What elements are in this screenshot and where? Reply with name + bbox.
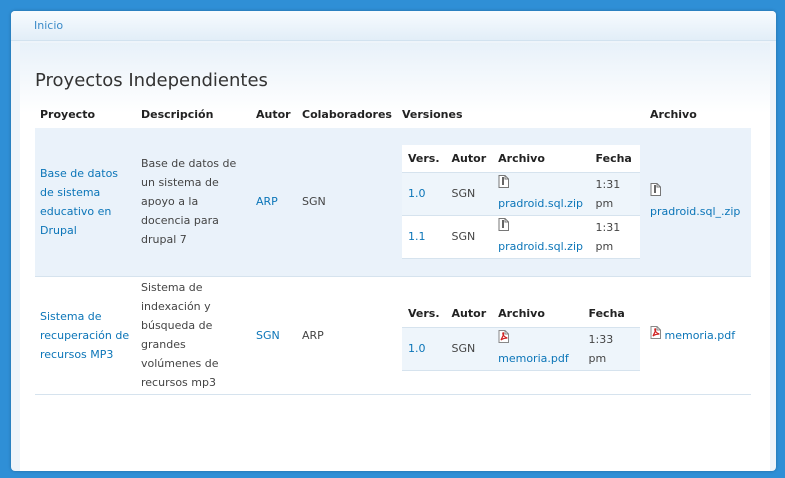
version-date: 1:31 pm — [589, 215, 640, 259]
version-file-link[interactable]: pradroid.sql.zip — [498, 194, 583, 213]
table-row: Base de datos de sistema educativo en Dr… — [35, 128, 751, 277]
version-column-header-archivo: Archivo — [492, 299, 583, 328]
zip-file-icon — [498, 217, 510, 231]
pdf-file-icon — [498, 329, 510, 343]
project-description: Sistema de indexación y búsqueda de gran… — [136, 276, 251, 395]
version-date: 1:31 pm — [589, 172, 640, 216]
version-column-header-fecha: Fecha — [582, 299, 640, 328]
table-row: Sistema de recuperación de recursos MP3 … — [35, 276, 751, 395]
column-header-descripcion: Descripción — [141, 108, 214, 121]
column-header-proyecto: Proyecto — [40, 108, 96, 121]
version-author: SGN — [445, 172, 493, 216]
version-column-header-autor: Autor — [445, 144, 493, 173]
zip-file-icon — [498, 174, 510, 188]
version-author: SGN — [445, 327, 493, 371]
version-number-link[interactable]: 1.0 — [408, 342, 426, 355]
project-name-link[interactable]: Base de datos de sistema educativo en Dr… — [40, 167, 118, 237]
project-collaborators: SGN — [297, 128, 397, 277]
project-author-link[interactable]: ARP — [256, 195, 278, 208]
versions-table: Vers. Autor Archivo Fecha 1.0 SGN — [402, 299, 640, 371]
breadcrumb: Inicio — [11, 11, 776, 41]
project-author-link[interactable]: SGN — [256, 329, 280, 342]
version-file-link[interactable]: memoria.pdf — [498, 349, 576, 368]
version-column-header-fecha: Fecha — [589, 144, 640, 173]
version-row: 1.0 SGN memoria.pdf 1:33 pm — [402, 327, 640, 371]
versions-table: Vers. Autor Archivo Fecha 1.0 SGN — [402, 144, 640, 259]
project-name-cell: Sistema de recuperación de recursos MP3 — [35, 276, 136, 395]
version-column-header-vers: Vers. — [402, 299, 446, 328]
breadcrumb-home-link[interactable]: Inicio — [34, 19, 63, 32]
version-date: 1:33 pm — [582, 327, 640, 371]
column-header-colaboradores: Colaboradores — [302, 108, 392, 121]
version-number-link[interactable]: 1.1 — [408, 230, 426, 243]
versions-table-header: Vers. Autor Archivo Fecha — [402, 299, 640, 328]
project-versions-cell: Vers. Autor Archivo Fecha 1.0 SGN — [397, 128, 645, 277]
project-file-cell: pradroid.sql_.zip — [645, 128, 751, 277]
version-column-header-vers: Vers. — [402, 144, 446, 173]
version-row: 1.0 SGN pradroid.sql.zip 1:31 pm — [402, 172, 640, 216]
version-number-link[interactable]: 1.0 — [408, 187, 426, 200]
project-name-cell: Base de datos de sistema educativo en Dr… — [35, 128, 136, 277]
projects-table-header: Proyecto Descripción Autor Colaboradores… — [35, 103, 751, 128]
version-file-cell: pradroid.sql.zip — [492, 215, 590, 259]
project-file-link[interactable]: memoria.pdf — [665, 329, 736, 342]
project-file-link[interactable]: pradroid.sql_.zip — [650, 202, 746, 221]
version-file-cell: memoria.pdf — [492, 327, 583, 371]
column-header-autor: Autor — [256, 108, 291, 121]
projects-table: Proyecto Descripción Autor Colaboradores… — [35, 103, 751, 395]
pdf-file-icon — [650, 325, 661, 339]
version-file-link[interactable]: pradroid.sql.zip — [498, 237, 583, 256]
project-description: Base de datos de un sistema de apoyo a l… — [136, 128, 251, 277]
zip-file-icon — [650, 182, 661, 196]
version-row: 1.1 SGN pradroid.sql.zip 1:31 pm — [402, 215, 640, 259]
project-versions-cell: Vers. Autor Archivo Fecha 1.0 SGN — [397, 276, 645, 395]
version-author: SGN — [445, 215, 493, 259]
column-header-versiones: Versiones — [402, 108, 463, 121]
project-file-cell: memoria.pdf — [645, 276, 751, 395]
page-frame: Inicio Proyectos Independientes Proyecto… — [11, 11, 776, 471]
project-name-link[interactable]: Sistema de recuperación de recursos MP3 — [40, 310, 129, 361]
version-column-header-archivo: Archivo — [492, 144, 590, 173]
version-column-header-autor: Autor — [445, 299, 493, 328]
project-collaborators: ARP — [297, 276, 397, 395]
project-author-cell: SGN — [251, 276, 297, 395]
column-header-archivo: Archivo — [650, 108, 697, 121]
versions-table-header: Vers. Autor Archivo Fecha — [402, 144, 640, 173]
version-file-cell: pradroid.sql.zip — [492, 172, 590, 216]
main-content: Proyectos Independientes Proyecto Descri… — [20, 43, 770, 471]
page-title: Proyectos Independientes — [35, 70, 268, 91]
project-author-cell: ARP — [251, 128, 297, 277]
